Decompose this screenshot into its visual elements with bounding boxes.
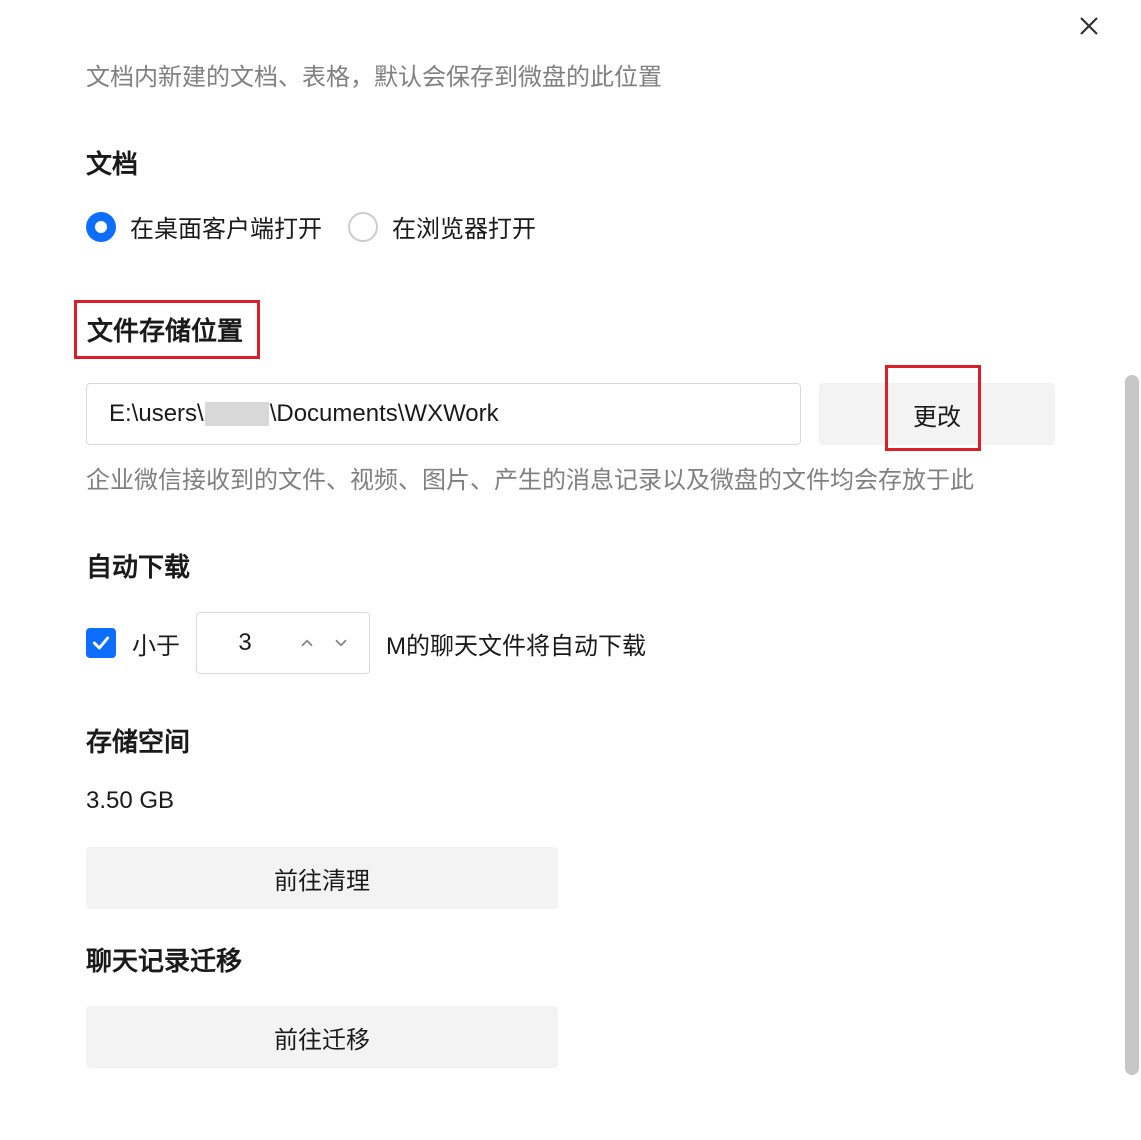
stepper-down-button[interactable] [327, 629, 355, 657]
radio-icon [348, 212, 378, 242]
migrate-button[interactable]: 前往迁移 [86, 1006, 558, 1068]
section-title-storage-space: 存储空间 [86, 722, 1055, 759]
highlight-annotation-storage-label: 文件存储位置 [74, 300, 260, 359]
file-size-stepper: 3 [196, 612, 370, 674]
stepper-value[interactable]: 3 [197, 629, 293, 657]
path-redacted [205, 402, 269, 426]
path-prefix: E:\users\ [109, 400, 204, 428]
section-title-storage-location: 文件存储位置 [87, 311, 243, 348]
change-path-button[interactable]: 更改 [819, 383, 1055, 445]
radio-label-browser: 在浏览器打开 [392, 209, 536, 244]
path-suffix: \Documents\WXWork [270, 400, 499, 428]
storage-location-description: 企业微信接收到的文件、视频、图片、产生的消息记录以及微盘的文件均会存放于此 [86, 463, 1055, 499]
radio-icon [86, 212, 116, 242]
document-open-radio-group: 在桌面客户端打开 在浏览器打开 [86, 209, 1055, 244]
scrollbar-thumb[interactable] [1125, 375, 1139, 1075]
radio-label-desktop: 在桌面客户端打开 [130, 209, 322, 244]
auto-download-prefix-label: 小于 [132, 626, 180, 661]
radio-option-desktop[interactable]: 在桌面客户端打开 [86, 209, 322, 244]
chevron-up-icon [298, 634, 316, 652]
section-title-document: 文档 [86, 144, 1055, 181]
storage-space-value: 3.50 GB [86, 787, 1055, 815]
cleanup-button[interactable]: 前往清理 [86, 847, 558, 909]
auto-download-suffix-label: M的聊天文件将自动下载 [386, 626, 646, 661]
section-title-auto-download: 自动下载 [86, 547, 1055, 584]
scrollbar-track[interactable] [1123, 0, 1141, 1079]
stepper-up-button[interactable] [293, 629, 321, 657]
section-title-chat-migration: 聊天记录迁移 [86, 941, 1055, 978]
close-button[interactable] [1073, 10, 1105, 42]
auto-download-checkbox[interactable] [86, 628, 116, 658]
top-description: 文档内新建的文档、表格，默认会保存到微盘的此位置 [86, 60, 1055, 96]
chevron-down-icon [332, 634, 350, 652]
radio-option-browser[interactable]: 在浏览器打开 [348, 209, 536, 244]
checkmark-icon [91, 633, 111, 653]
close-icon [1077, 14, 1101, 38]
storage-path-input[interactable]: E:\users\ \Documents\WXWork [86, 383, 801, 445]
